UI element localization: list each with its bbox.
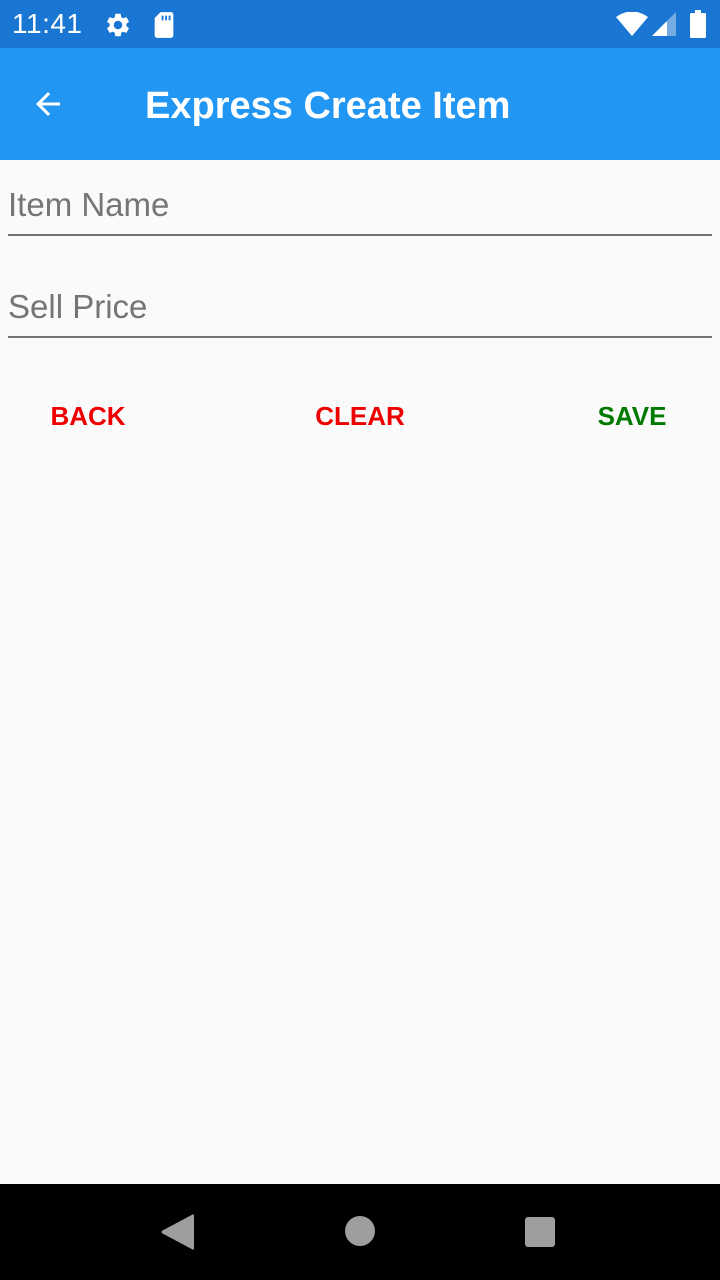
signal-icon bbox=[652, 12, 676, 41]
navigation-bar bbox=[0, 1184, 720, 1280]
nav-recents-icon[interactable] bbox=[524, 1216, 556, 1253]
app-bar: Express Create Item bbox=[0, 48, 720, 160]
status-bar: 11:41 bbox=[0, 0, 720, 48]
item-name-input[interactable] bbox=[8, 176, 712, 236]
save-button[interactable]: SAVE bbox=[542, 390, 720, 442]
sd-card-icon bbox=[152, 11, 176, 44]
sell-price-input[interactable] bbox=[8, 278, 712, 338]
wifi-icon bbox=[616, 11, 648, 41]
arrow-left-icon[interactable] bbox=[24, 80, 72, 128]
clear-button[interactable]: CLEAR bbox=[270, 390, 450, 442]
nav-home-icon[interactable] bbox=[344, 1215, 376, 1252]
battery-icon bbox=[690, 10, 706, 43]
status-time: 11:41 bbox=[12, 8, 83, 39]
back-button[interactable]: BACK bbox=[0, 390, 178, 442]
page-title: Express Create Item bbox=[145, 85, 511, 127]
settings-gear-icon bbox=[104, 11, 132, 44]
nav-back-icon[interactable] bbox=[160, 1214, 195, 1255]
